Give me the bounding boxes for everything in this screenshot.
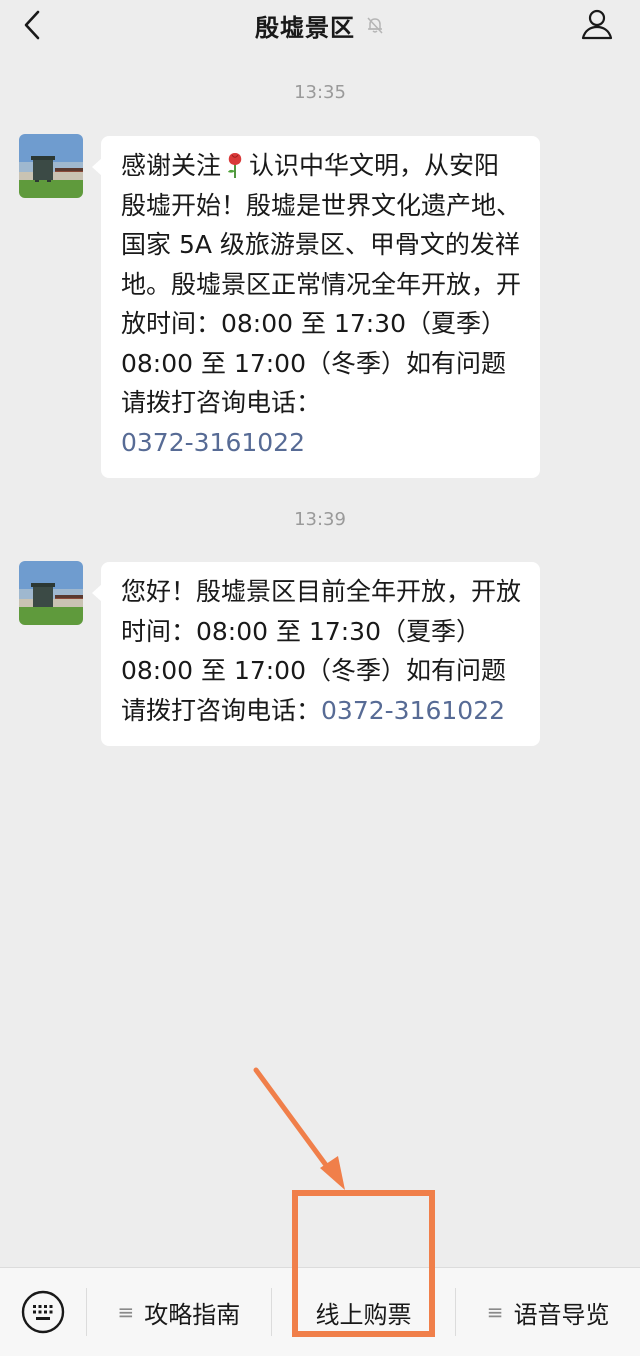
- menu-item-label: 语音导览: [513, 1300, 610, 1329]
- submenu-lines-icon: ≡: [486, 1300, 504, 1324]
- timestamp: 13:35: [294, 82, 346, 103]
- page-title: 殷墟景区: [255, 13, 355, 42]
- keyboard-icon: [21, 1290, 65, 1334]
- menu-item-audio-guide[interactable]: ≡ 语音导览: [456, 1268, 640, 1356]
- avatar[interactable]: [19, 134, 83, 198]
- avatar[interactable]: [19, 561, 83, 625]
- bell-muted-icon: [367, 17, 383, 34]
- menu-item-label: 攻略指南: [144, 1300, 241, 1329]
- top-bar: 殷墟景区: [0, 0, 640, 50]
- submenu-lines-icon: ≡: [117, 1300, 135, 1324]
- timestamp: 13:39: [294, 509, 346, 530]
- message-text: 认识中华文明，从安阳殷墟开始！殷墟是世界文化遗产地、国家 5A 级旅游景区、甲骨…: [121, 151, 522, 417]
- title-group: 殷墟景区: [255, 8, 385, 43]
- phone-link[interactable]: 0372-3161022: [121, 428, 305, 457]
- menu-item-guide[interactable]: ≡ 攻略指南: [87, 1268, 271, 1356]
- chevron-left-icon: [24, 10, 40, 40]
- yinxu-avatar-image: [19, 561, 83, 625]
- rose-icon: [228, 153, 242, 178]
- back-button[interactable]: [18, 8, 50, 42]
- phone-link[interactable]: 0372-3161022: [321, 696, 505, 725]
- message-bubble[interactable]: 您好！殷墟景区目前全年开放，开放时间：08:00 至 17:30（夏季）08:0…: [92, 562, 540, 746]
- message-bubble[interactable]: 感谢关注 认识中华文明，从安阳殷墟开始！殷墟是世界文化遗产地、国家 5A 级旅游…: [92, 136, 540, 478]
- person-icon: [581, 9, 613, 40]
- message-text: 感谢关注: [121, 151, 222, 180]
- profile-button[interactable]: [580, 7, 614, 41]
- keyboard-toggle-button[interactable]: [0, 1268, 86, 1356]
- yinxu-avatar-image: [19, 134, 83, 198]
- annotation-highlight-box: [292, 1190, 435, 1337]
